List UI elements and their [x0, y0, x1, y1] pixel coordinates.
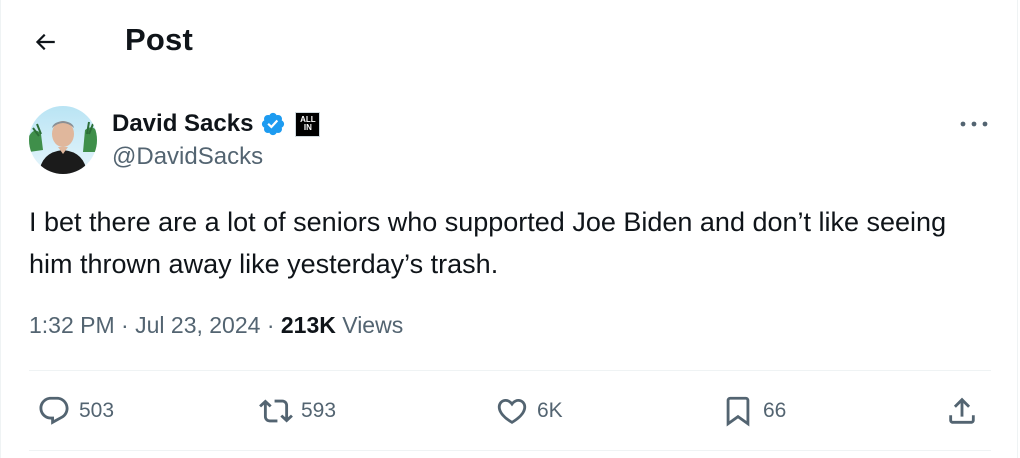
more-options-button[interactable]	[957, 114, 991, 134]
share-icon	[949, 397, 975, 424]
more-icon	[960, 121, 988, 127]
tweet-text: I bet there are a lot of seniors who sup…	[29, 207, 947, 279]
repost-icon	[259, 399, 293, 423]
repost-count: 593	[301, 399, 337, 422]
back-arrow-icon	[35, 33, 55, 51]
author-name-row: David Sacks ALL IN	[112, 109, 321, 139]
divider	[29, 450, 991, 451]
author-name[interactable]: David Sacks	[112, 110, 253, 138]
post-detail-view: Post David Sacks ALL IN @DavidSacks I be…	[0, 0, 1018, 458]
avatar-image	[29, 106, 97, 174]
reply-icon	[39, 396, 69, 425]
bookmark-count: 66	[763, 399, 787, 422]
meta-separator: ·	[114, 312, 136, 338]
views-count: 213K	[280, 312, 336, 338]
repost-button[interactable]: 593	[259, 384, 336, 438]
tweet-time[interactable]: 1:32 PM	[29, 312, 115, 339]
bookmark-icon	[726, 396, 750, 427]
back-button[interactable]	[27, 24, 63, 60]
bookmark-button[interactable]: 66	[721, 384, 786, 438]
tweet-meta: 1:32 PM · Jul 23, 2024 · 213K Views	[29, 312, 403, 339]
reply-count: 503	[79, 399, 115, 422]
like-count: 6K	[537, 399, 563, 422]
verified-badge-icon[interactable]	[260, 111, 286, 137]
action-bar: 503 593 6K 66	[1, 384, 1020, 438]
page-title: Post	[125, 22, 193, 57]
reply-button[interactable]: 503	[37, 384, 114, 438]
views-label: Views	[342, 312, 404, 338]
header: Post	[1, 0, 1001, 82]
heart-icon	[497, 398, 527, 424]
share-button[interactable]	[945, 384, 979, 438]
meta-separator: ·	[260, 312, 281, 338]
affiliate-badge-label: ALL IN	[300, 115, 316, 132]
avatar[interactable]	[29, 106, 97, 174]
like-button[interactable]: 6K	[495, 384, 563, 438]
affiliate-badge-all-in[interactable]: ALL IN	[295, 111, 321, 137]
divider	[29, 370, 991, 371]
author-handle[interactable]: @DavidSacks	[112, 143, 263, 171]
tweet-date[interactable]: Jul 23, 2024	[135, 312, 260, 339]
